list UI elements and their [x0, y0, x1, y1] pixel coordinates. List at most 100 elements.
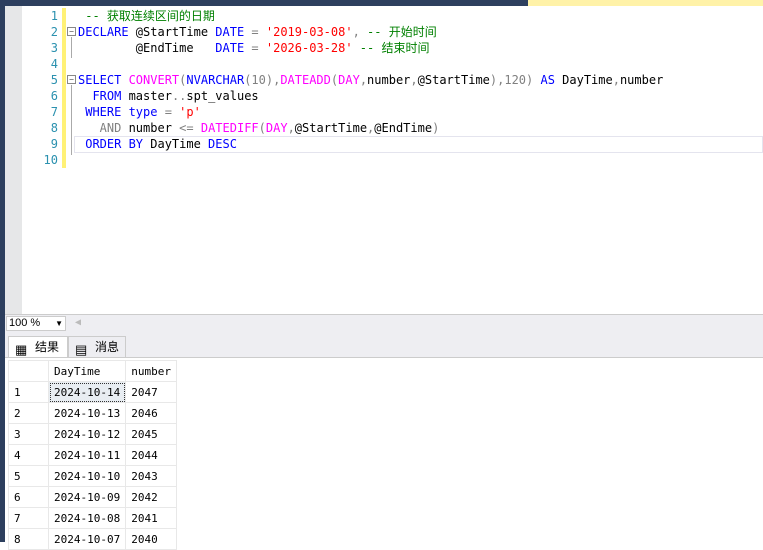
cell-daytime[interactable]: 2024-10-11 — [47, 444, 127, 466]
code-token: DAY — [265, 121, 288, 135]
code-token: @StartTime — [417, 73, 490, 87]
cell-number[interactable]: 2044 — [125, 444, 177, 466]
code-token: @StartTime — [128, 25, 216, 39]
code-token: <= — [179, 121, 201, 135]
code-token: , — [410, 73, 418, 87]
code-token: ),120) — [489, 73, 541, 87]
collapse-icon[interactable]: − — [67, 75, 76, 84]
code-token: (10), — [244, 73, 281, 87]
cell-number[interactable]: 2046 — [125, 402, 177, 424]
code-token: number — [128, 121, 180, 135]
column-header-number[interactable]: number — [125, 360, 177, 382]
row-number[interactable]: 8 — [8, 528, 49, 550]
change-tracking-bar — [62, 8, 66, 168]
code-token: , — [359, 73, 368, 87]
row-number[interactable]: 7 — [8, 507, 49, 529]
code-token: @EndTime — [78, 41, 216, 55]
code-token: .. — [171, 89, 187, 103]
row-number[interactable]: 6 — [8, 486, 49, 508]
table-row[interactable]: 8 2024-10-07 2040 — [8, 528, 177, 550]
scroll-left-icon[interactable]: ◀ — [75, 317, 81, 328]
code-token: type — [128, 105, 158, 119]
cell-number[interactable]: 2040 — [125, 528, 177, 550]
code-token: DATE — [215, 41, 245, 55]
cell-daytime[interactable]: 2024-10-10 — [47, 465, 127, 487]
code-line[interactable]: FROM master..spt_values — [78, 88, 258, 104]
code-line[interactable]: @EndTime DATE = '2026-03-28' -- 结束时间 — [78, 40, 430, 56]
cell-number[interactable]: 2041 — [125, 507, 177, 529]
collapse-icon[interactable]: − — [67, 27, 76, 36]
editor-gutter — [5, 6, 22, 314]
row-number[interactable]: 3 — [8, 423, 49, 445]
table-row[interactable]: 3 2024-10-12 2045 — [8, 423, 177, 445]
code-token: , — [287, 121, 295, 135]
row-number[interactable]: 1 — [8, 381, 49, 403]
line-number: 8 — [50, 121, 58, 135]
line-number: 10 — [43, 153, 58, 167]
code-line[interactable]: DECLARE @StartTime DATE = '2019-03-08', … — [78, 24, 437, 40]
fold-guide — [71, 37, 72, 58]
tab-results[interactable]: ▦ 结果 — [8, 336, 68, 358]
chevron-down-icon: ▼ — [55, 319, 63, 328]
cell-number[interactable]: 2045 — [125, 423, 177, 445]
code-token: @StartTime — [294, 121, 368, 135]
tab-messages[interactable]: ▤ 消息 — [68, 336, 126, 358]
code-token: NVARCHAR — [186, 73, 245, 87]
table-row[interactable]: 2 2024-10-13 2046 — [8, 402, 177, 424]
row-number[interactable]: 4 — [8, 444, 49, 466]
table-row[interactable]: 5 2024-10-10 2043 — [8, 465, 177, 487]
code-token: '2026-03-28' — [265, 41, 353, 55]
zoom-select[interactable]: 100 % ▼ — [6, 316, 66, 331]
code-token: AND — [78, 121, 129, 135]
row-number[interactable]: 5 — [8, 465, 49, 487]
results-grid[interactable]: DayTime number 1 2024-10-14 2047 2 2024-10-1… — [5, 357, 763, 550]
column-header-daytime[interactable]: DayTime — [47, 360, 127, 382]
code-token: master — [128, 89, 172, 103]
code-line[interactable]: AND number <= DATEDIFF(DAY,@StartTime,@E… — [78, 120, 440, 136]
code-token: = — [244, 25, 266, 39]
table-row[interactable]: 4 2024-10-11 2044 — [8, 444, 177, 466]
tab-label: 结果 — [35, 340, 60, 354]
line-number: 1 — [50, 9, 58, 23]
code-token: DATEDIFF — [200, 121, 259, 135]
code-line[interactable]: SELECT CONVERT(NVARCHAR(10),DATEADD(DAY,… — [78, 72, 663, 88]
code-token: ORDER BY — [78, 137, 151, 151]
table-row[interactable]: 1 2024-10-14 2047 — [8, 381, 177, 403]
cell-daytime[interactable]: 2024-10-07 — [47, 528, 127, 550]
code-token: WHERE — [78, 105, 129, 119]
tab-label: 消息 — [95, 340, 120, 354]
code-token: DayTime — [554, 73, 613, 87]
code-token: AS — [540, 73, 555, 87]
code-token: DESC — [208, 137, 237, 151]
zoom-value: 100 % — [9, 317, 41, 329]
cell-number[interactable]: 2043 — [125, 465, 177, 487]
table-row[interactable]: 7 2024-10-08 2041 — [8, 507, 177, 529]
code-token: DAY — [338, 73, 360, 87]
line-number: 3 — [50, 41, 58, 55]
cell-daytime[interactable]: 2024-10-13 — [47, 402, 127, 424]
cell-number[interactable]: 2047 — [125, 381, 177, 403]
cell-daytime[interactable]: 2024-10-08 — [47, 507, 127, 529]
code-token: DayTime — [150, 137, 209, 151]
code-token: '2019-03-08' — [265, 25, 353, 39]
code-line[interactable]: ORDER BY DayTime DESC — [78, 136, 237, 152]
code-line[interactable]: -- 获取连续区间的日期 — [78, 8, 215, 24]
code-token: DECLARE — [78, 25, 129, 39]
cell-daytime[interactable]: 2024-10-09 — [47, 486, 127, 508]
code-token: @EndTime — [374, 121, 433, 135]
cell-number[interactable]: 2042 — [125, 486, 177, 508]
cell-daytime[interactable]: 2024-10-12 — [47, 423, 127, 445]
code-token: = — [157, 105, 180, 119]
table-row[interactable]: 6 2024-10-09 2042 — [8, 486, 177, 508]
line-number: 6 — [50, 89, 58, 103]
code-line[interactable]: WHERE type = 'p' — [78, 104, 201, 120]
row-number[interactable]: 2 — [8, 402, 49, 424]
row-number-header[interactable] — [8, 360, 49, 382]
code-token: -- 结束时间 — [352, 41, 430, 55]
code-token: , — [352, 25, 360, 39]
code-token: 'p' — [179, 105, 201, 119]
code-token: DATE — [215, 25, 245, 39]
code-token: -- 开始时间 — [359, 25, 437, 39]
code-token: CONVERT — [128, 73, 180, 87]
cell-daytime[interactable]: 2024-10-14 — [47, 381, 127, 403]
